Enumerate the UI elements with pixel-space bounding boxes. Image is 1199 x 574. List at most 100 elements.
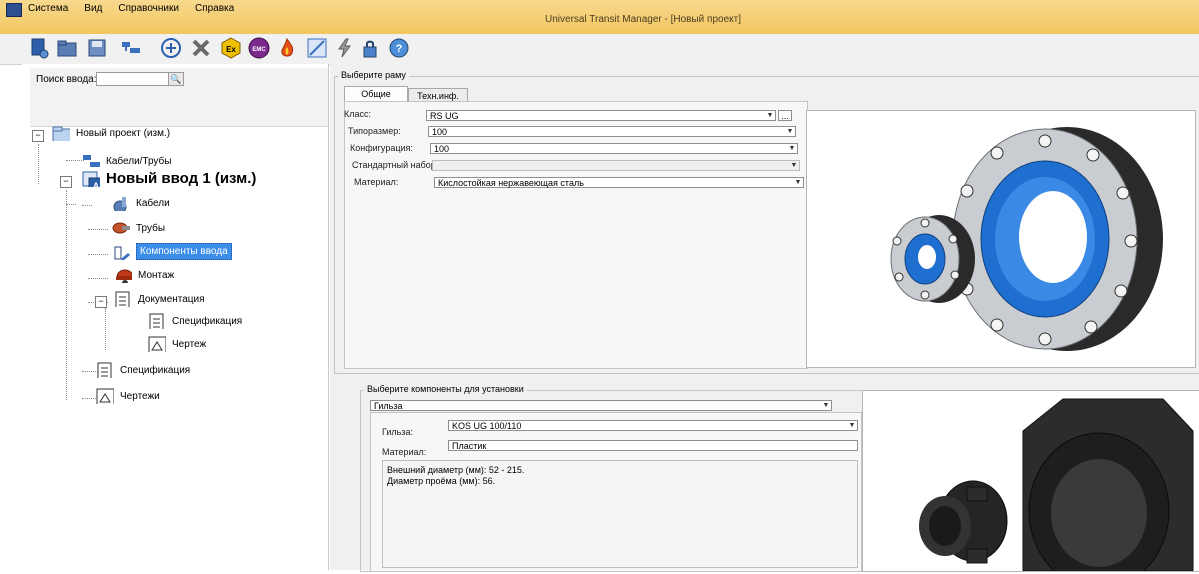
chevron-down-icon: ▼ — [848, 422, 856, 429]
fire-icon — [281, 37, 294, 57]
menu-view[interactable]: Вид — [82, 2, 104, 15]
standard-set-label: Стандартный набор: — [352, 160, 439, 170]
sleeve-value: KOS UG 100/110 — [452, 421, 522, 431]
help-button[interactable]: ? — [388, 37, 410, 59]
sleeve-material-label: Материал: — [382, 447, 427, 457]
emc-button[interactable]: EMC — [248, 37, 270, 59]
delete-x-icon — [192, 39, 210, 57]
tree-doc-drawing-label: Чертеж — [172, 338, 207, 350]
note-outer-diameter: Внешний диаметр (мм): 52 - 215. — [387, 465, 525, 475]
tree-doc-spec[interactable]: Спецификация — [148, 313, 242, 329]
tree-cables[interactable]: Кабели — [112, 195, 170, 211]
size-value: 100 — [432, 127, 448, 137]
chevron-down-icon: ▼ — [822, 402, 830, 409]
tree-drawings[interactable]: Чертежи — [96, 388, 160, 404]
ex-hexagon-icon: Ex — [221, 37, 241, 59]
spec-document-icon — [149, 313, 164, 329]
class-value: RS UG — [430, 111, 459, 121]
app-icon[interactable] — [6, 3, 22, 17]
sleeve-select[interactable]: KOS UG 100/110 ▼ — [448, 420, 858, 431]
open-button[interactable] — [56, 37, 78, 59]
tree-cables-pipes-label: Кабели/Трубы — [106, 155, 172, 167]
collapse-project-toggle[interactable]: − — [32, 130, 44, 142]
chevron-down-icon: ▼ — [788, 145, 796, 152]
tree-spec[interactable]: Спецификация — [96, 362, 190, 378]
tab-general[interactable]: Общие — [344, 86, 408, 101]
chevron-down-icon: ▼ — [794, 179, 802, 186]
cables-button[interactable] — [120, 37, 142, 59]
document-icon — [115, 291, 130, 307]
new-project-button[interactable] — [28, 37, 50, 59]
svg-text:?: ? — [396, 43, 403, 55]
frame-tab-content — [344, 101, 808, 369]
menu-help[interactable]: Справка — [193, 2, 236, 15]
tree-project-label: Новый проект (изм.) — [76, 127, 171, 139]
lightning-icon — [338, 38, 351, 58]
tree-pipes[interactable]: Трубы — [112, 220, 165, 236]
component-type-value: Гильза — [374, 401, 403, 411]
calc-button[interactable] — [306, 37, 328, 59]
help-icon: ? — [389, 38, 409, 58]
tree-entry-label: Новый ввод 1 (изм.) — [106, 170, 257, 187]
frame-image — [806, 110, 1196, 368]
new-document-icon — [31, 38, 49, 59]
emc-circle-icon: EMC — [248, 37, 270, 59]
search-input[interactable] — [96, 72, 170, 86]
lock-button[interactable] — [360, 37, 382, 59]
collapse-entry-toggle[interactable]: − — [60, 176, 72, 188]
tree-mounting[interactable]: Монтаж — [114, 267, 174, 283]
save-button[interactable] — [86, 37, 108, 59]
ex-button[interactable]: Ex — [220, 37, 242, 59]
cables-icon — [113, 197, 127, 211]
sleeve-render — [919, 398, 1194, 574]
config-value: 100 — [434, 144, 450, 154]
search-button[interactable]: 🔍 — [168, 72, 184, 86]
menu-system[interactable]: Система — [26, 2, 70, 15]
sleeve-material-value: Пластик — [452, 441, 487, 451]
tree-doc-drawing[interactable]: Чертеж — [148, 336, 206, 352]
lock-icon — [363, 40, 377, 58]
spec-icon — [97, 362, 112, 378]
size-select[interactable]: 100 ▼ — [428, 126, 796, 137]
component-notes: Внешний диаметр (мм): 52 - 215. Диаметр … — [382, 460, 858, 568]
folder-icon — [57, 40, 77, 57]
components-group-label: Выберите компоненты для установки — [364, 384, 527, 394]
class-select[interactable]: RS UG ▼ — [426, 110, 776, 121]
lightning-button[interactable] — [334, 37, 356, 59]
tree-components[interactable]: Компоненты ввода — [112, 243, 232, 260]
diagram-icon — [307, 38, 327, 58]
svg-text:EMC: EMC — [252, 47, 266, 53]
tree-project[interactable]: Новый проект (изм.) — [52, 125, 170, 141]
fire-button[interactable] — [276, 37, 298, 59]
collapse-documentation-toggle[interactable]: − — [95, 296, 107, 308]
project-tree-panel: Поиск ввода: 🔍 − Новый проект (изм.) Каб… — [22, 64, 329, 570]
standard-set-select[interactable]: ▼ — [432, 160, 800, 171]
tree-cables-pipes[interactable]: Кабели/Трубы — [82, 153, 171, 169]
tree-drawings-label: Чертежи — [120, 390, 160, 402]
tree-components-label: Компоненты ввода — [136, 243, 232, 260]
frame-group-label: Выберите раму — [338, 70, 409, 80]
entry-icon: A — [82, 171, 100, 187]
material-value: Кислостойкая нержавеющая сталь — [438, 178, 584, 188]
svg-text:Ex: Ex — [226, 45, 236, 54]
delete-button[interactable] — [190, 37, 212, 59]
config-select[interactable]: 100 ▼ — [430, 143, 798, 154]
tree-pipes-label: Трубы — [136, 222, 166, 234]
window-title: Universal Transit Manager - [Новый проек… — [545, 14, 741, 25]
sleeve-label: Гильза: — [382, 427, 413, 437]
tree-mounting-label: Монтаж — [138, 269, 175, 281]
chevron-down-icon: ▼ — [766, 112, 774, 119]
material-label: Материал: — [354, 177, 399, 187]
search-label: Поиск ввода: — [36, 74, 97, 85]
toolbar: Ex EMC ? — [0, 34, 1199, 65]
content-panel: Выберите раму Общие Техн.инф. Класс: RS … — [330, 64, 1199, 574]
component-type-select[interactable]: Гильза ▼ — [370, 400, 832, 411]
material-select[interactable]: Кислостойкая нержавеющая сталь ▼ — [434, 177, 804, 188]
tree-documentation[interactable]: Документация — [114, 291, 205, 307]
title-bar: Система Вид Справочники Справка Universa… — [0, 0, 1199, 35]
add-button[interactable] — [160, 37, 182, 59]
tree-entry[interactable]: A Новый ввод 1 (изм.) — [82, 170, 256, 187]
sleeve-material-field[interactable]: Пластик — [448, 440, 858, 451]
menu-references[interactable]: Справочники — [116, 2, 181, 15]
class-browse-button[interactable]: ... — [778, 110, 792, 121]
